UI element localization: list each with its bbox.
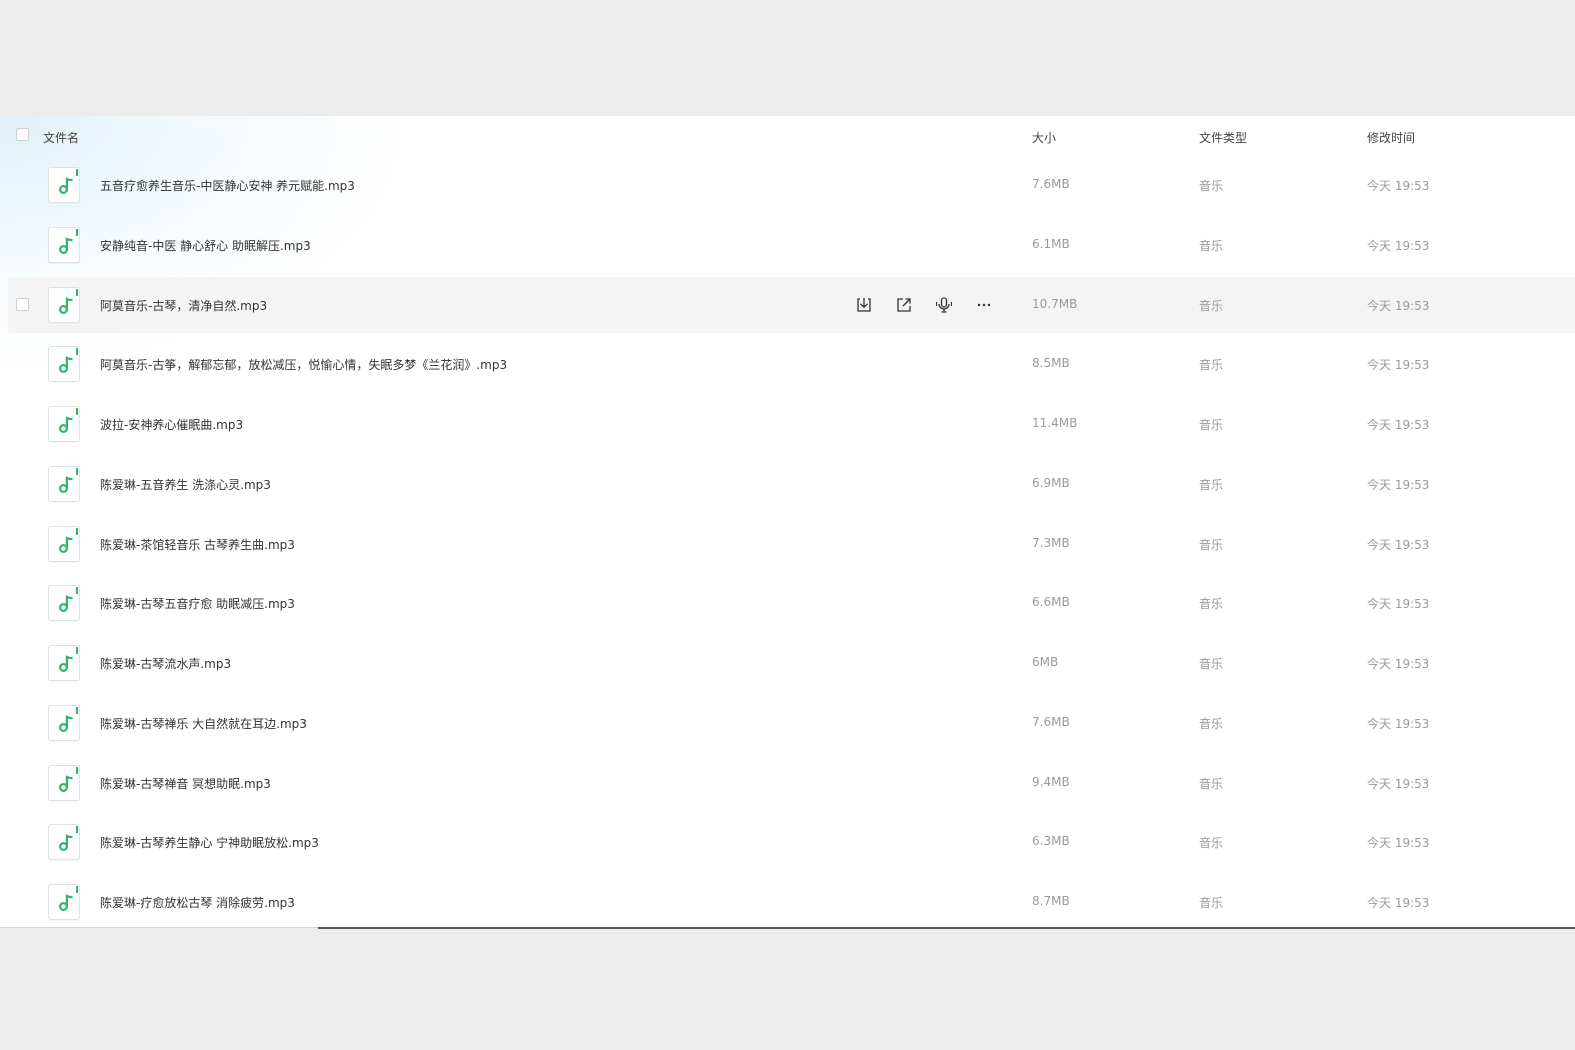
file-row[interactable]: 五音疗愈养生音乐-中医静心安神 养元赋能.mp3 7.6MB 音乐 今天 19:53 [0, 157, 1575, 213]
download-icon [855, 296, 873, 314]
file-modified-time: 今天 19:53 [1367, 836, 1430, 851]
music-file-icon [48, 824, 80, 861]
file-type: 音乐 [1199, 418, 1224, 432]
file-size: 8.5MB [1032, 356, 1070, 371]
file-size: 7.6MB [1032, 177, 1070, 191]
file-row[interactable]: 陈爱琳-茶馆轻音乐 古琴养生曲.mp3 7.3MB 音乐 今天 19:53 [0, 516, 1575, 572]
file-modified-time: 今天 19:53 [1367, 716, 1430, 731]
file-row[interactable]: 陈爱琳-古琴五音疗愈 助眠减压.mp3 6.6MB 音乐 今天 19:53 [0, 575, 1575, 631]
file-row[interactable]: 陈爱琳-古琴流水声.mp3 6MB 音乐 今天 19:53 [0, 635, 1575, 691]
file-row[interactable]: 陈爱琳-古琴禅音 冥想助眠.mp3 9.4MB 音乐 今天 19:53 [0, 755, 1575, 811]
file-type: 音乐 [1199, 657, 1224, 671]
file-modified-time: 今天 19:53 [1367, 358, 1430, 373]
file-name[interactable]: 陈爱琳-疗愈放松古琴 消除疲劳.mp3 [100, 894, 295, 911]
file-name[interactable]: 陈爱琳-古琴禅乐 大自然就在耳边.mp3 [100, 715, 307, 732]
download-button[interactable] [853, 294, 875, 316]
music-file-icon [48, 465, 80, 502]
file-row[interactable]: 陈爱琳-疗愈放松古琴 消除疲劳.mp3 8.7MB 音乐 今天 19:53 [0, 874, 1575, 928]
file-row[interactable]: 阿莫音乐-古琴，清净自然.mp3 10.7MB 音乐 今天 19:53 [8, 276, 1575, 333]
column-header-name[interactable]: 文件名 [43, 129, 79, 146]
file-modified-time: 今天 19:53 [1367, 657, 1430, 671]
music-file-icon [48, 764, 80, 801]
file-modified-time: 今天 19:53 [1367, 896, 1430, 910]
file-modified-time: 今天 19:53 [1367, 776, 1430, 791]
file-row[interactable]: 陈爱琳-五音养生 洗涤心灵.mp3 6.9MB 音乐 今天 19:53 [0, 456, 1575, 512]
file-row[interactable]: 波拉-安神养心催眠曲.mp3 11.4MB 音乐 今天 19:53 [0, 396, 1575, 452]
music-file-icon [48, 226, 80, 263]
file-type: 音乐 [1199, 776, 1224, 791]
file-modified-time: 今天 19:53 [1367, 238, 1430, 253]
file-list-header: 文件名 大小 文件类型 修改时间 [0, 116, 1575, 156]
file-type: 音乐 [1199, 836, 1224, 851]
horizontal-scrollbar[interactable] [318, 927, 1575, 929]
file-modified-time: 今天 19:53 [1367, 179, 1430, 193]
file-name[interactable]: 陈爱琳-古琴五音疗愈 助眠减压.mp3 [100, 595, 295, 612]
file-size: 6.3MB [1032, 834, 1070, 849]
music-file-icon [48, 525, 80, 562]
file-type: 音乐 [1199, 477, 1224, 492]
file-size: 7.3MB [1032, 535, 1070, 550]
file-size: 10.7MB [1032, 296, 1078, 311]
music-file-icon [48, 167, 80, 203]
file-list-panel: 文件名 大小 文件类型 修改时间 五音疗愈养生音乐-中医静心安神 养元赋能.mp… [0, 116, 1575, 928]
file-row-checkbox[interactable] [16, 297, 29, 311]
music-file-icon [48, 585, 80, 622]
music-file-icon [48, 645, 80, 681]
more-button[interactable] [973, 294, 995, 316]
file-type: 音乐 [1199, 537, 1224, 552]
file-size: 7.6MB [1032, 714, 1070, 729]
file-modified-time: 今天 19:53 [1367, 477, 1430, 492]
more-icon [975, 296, 993, 314]
music-file-icon [48, 346, 80, 383]
file-name[interactable]: 陈爱琳-古琴流水声.mp3 [100, 655, 231, 672]
select-all-checkbox[interactable] [16, 128, 29, 141]
file-name[interactable]: 陈爱琳-五音养生 洗涤心灵.mp3 [100, 476, 271, 493]
file-name[interactable]: 阿莫音乐-古琴，清净自然.mp3 [100, 297, 267, 314]
file-name[interactable]: 陈爱琳-古琴养生静心 宁神助眠放松.mp3 [100, 834, 319, 851]
music-file-icon [48, 286, 80, 323]
share-icon [895, 296, 913, 314]
file-name[interactable]: 陈爱琳-古琴禅音 冥想助眠.mp3 [100, 775, 271, 792]
file-modified-time: 今天 19:53 [1367, 537, 1430, 552]
file-size: 6.9MB [1032, 475, 1070, 490]
music-file-icon [48, 704, 80, 741]
file-name[interactable]: 五音疗愈养生音乐-中医静心安神 养元赋能.mp3 [100, 177, 355, 194]
audio-play-icon [935, 296, 953, 314]
audio-play-button[interactable] [933, 294, 955, 316]
file-type: 音乐 [1199, 716, 1224, 731]
top-empty-area [0, 0, 1575, 116]
column-header-size[interactable]: 大小 [1032, 129, 1056, 146]
file-type: 音乐 [1199, 238, 1224, 253]
file-type: 音乐 [1199, 896, 1224, 910]
file-type: 音乐 [1199, 298, 1224, 313]
file-row[interactable]: 陈爱琳-古琴禅乐 大自然就在耳边.mp3 7.6MB 音乐 今天 19:53 [0, 695, 1575, 751]
file-name[interactable]: 陈爱琳-茶馆轻音乐 古琴养生曲.mp3 [100, 536, 295, 553]
file-size: 8.7MB [1032, 894, 1070, 908]
file-modified-time: 今天 19:53 [1367, 298, 1430, 313]
file-name[interactable]: 波拉-安神养心催眠曲.mp3 [100, 416, 243, 433]
file-name[interactable]: 安静纯音-中医 静心舒心 助眠解压.mp3 [100, 237, 311, 254]
file-modified-time: 今天 19:53 [1367, 418, 1430, 432]
share-button[interactable] [893, 294, 915, 316]
column-header-modified-time[interactable]: 修改时间 [1367, 129, 1415, 146]
file-row[interactable]: 安静纯音-中医 静心舒心 助眠解压.mp3 6.1MB 音乐 今天 19:53 [0, 217, 1575, 273]
file-size: 9.4MB [1032, 774, 1070, 789]
file-row[interactable]: 陈爱琳-古琴养生静心 宁神助眠放松.mp3 6.3MB 音乐 今天 19:53 [0, 814, 1575, 870]
file-type: 音乐 [1199, 179, 1224, 193]
file-name[interactable]: 阿莫音乐-古筝，解郁忘郁，放松减压，悦愉心情，失眠多梦《兰花润》.mp3 [100, 356, 507, 373]
music-file-icon [48, 884, 80, 920]
column-header-type[interactable]: 文件类型 [1199, 129, 1247, 146]
file-size: 11.4MB [1032, 416, 1078, 430]
file-type: 音乐 [1199, 358, 1224, 373]
file-row[interactable]: 阿莫音乐-古筝，解郁忘郁，放松减压，悦愉心情，失眠多梦《兰花润》.mp3 8.5M… [0, 336, 1575, 392]
file-modified-time: 今天 19:53 [1367, 597, 1430, 612]
file-type: 音乐 [1199, 597, 1224, 612]
file-size: 6MB [1032, 655, 1059, 669]
music-file-icon [48, 406, 80, 442]
file-size: 6.6MB [1032, 595, 1070, 610]
file-size: 6.1MB [1032, 236, 1070, 251]
